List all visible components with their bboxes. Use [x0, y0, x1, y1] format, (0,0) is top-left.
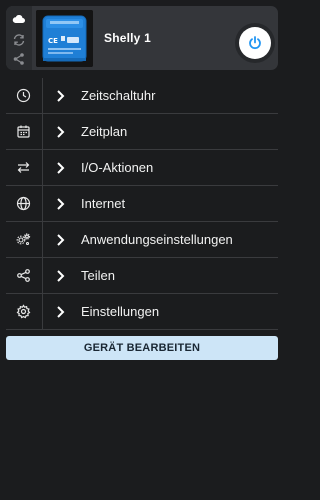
- menu-item-label: Anwendungseinstellungen: [81, 232, 233, 247]
- chevron-right-icon: [56, 269, 65, 283]
- device-status-icons: [6, 6, 32, 70]
- calendar-icon: [16, 124, 31, 139]
- chevron-right-icon: [56, 197, 65, 211]
- edit-device-button[interactable]: GERÄT BEARBEITEN: [6, 336, 278, 360]
- clock-icon: [16, 88, 31, 103]
- menu-item-label: I/O-Aktionen: [81, 160, 154, 175]
- power-toggle[interactable]: [235, 23, 275, 63]
- power-icon: [249, 36, 261, 50]
- chevron-right-icon: [56, 161, 65, 175]
- menu-item-label: Einstellungen: [81, 304, 160, 319]
- svg-text:CE: CE: [48, 37, 58, 45]
- share-icon: [16, 268, 31, 283]
- device-image[interactable]: CE: [36, 10, 93, 67]
- chevron-right-icon: [56, 233, 65, 247]
- menu-item-einstellungen[interactable]: Einstellungen: [6, 294, 278, 330]
- app-settings-icon: [16, 232, 31, 247]
- menu-item-anwendungseinstellungen[interactable]: Anwendungseinstellungen: [6, 222, 278, 258]
- menu-item-label: Teilen: [81, 268, 115, 283]
- menu-item-label: Zeitplan: [81, 124, 128, 139]
- gear-icon: [16, 304, 31, 319]
- menu-item-teilen[interactable]: Teilen: [6, 258, 278, 294]
- globe-icon: [16, 196, 31, 211]
- menu-item-zeitschaltuhr[interactable]: Zeitschaltuhr: [6, 78, 278, 114]
- menu-item-zeitplan[interactable]: Zeitplan: [6, 114, 278, 150]
- device-name: Shelly 1: [104, 31, 151, 45]
- device-card[interactable]: CE Shelly 1: [6, 6, 278, 70]
- chevron-right-icon: [56, 125, 65, 139]
- menu-item-internet[interactable]: Internet: [6, 186, 278, 222]
- chevron-right-icon: [56, 305, 65, 319]
- chevron-right-icon: [56, 89, 65, 103]
- arrows-exchange-icon: [16, 160, 31, 175]
- device-menu: Zeitschaltuhr Zeitplan I/O-Aktionen Inte…: [6, 78, 278, 330]
- power-button[interactable]: [239, 27, 271, 59]
- menu-item-io-aktionen[interactable]: I/O-Aktionen: [6, 150, 278, 186]
- share-icon[interactable]: [12, 52, 26, 66]
- menu-item-label: Internet: [81, 196, 126, 211]
- sync-icon[interactable]: [12, 33, 26, 47]
- cloud-icon: [12, 12, 26, 26]
- menu-item-label: Zeitschaltuhr: [81, 88, 156, 103]
